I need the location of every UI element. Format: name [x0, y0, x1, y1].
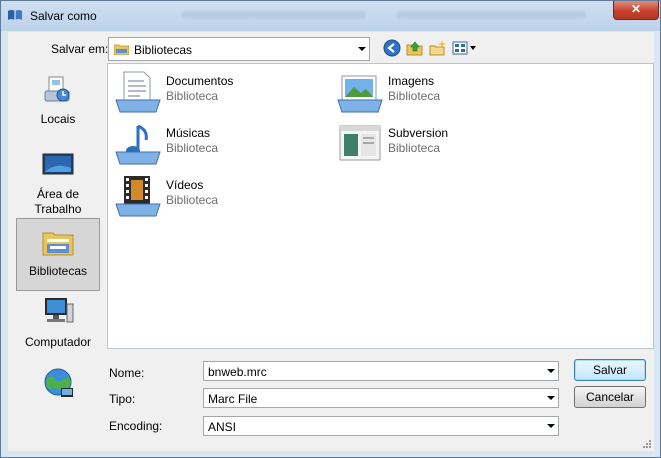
chevron-down-icon: [547, 369, 555, 373]
dialog-body: Salvar em: Bibliotecas Locais Área de Tr…: [8, 32, 654, 451]
place-network[interactable]: [16, 366, 100, 404]
close-button[interactable]: ✕: [613, 1, 659, 20]
place-label: Locais: [40, 112, 76, 126]
chevron-down-icon: [547, 396, 555, 400]
window-title: Salvar como: [30, 9, 97, 23]
library-name: Documentos: [166, 74, 234, 88]
library-item-documents[interactable]: Documentos Biblioteca: [114, 70, 334, 114]
desktop-icon: [42, 153, 74, 175]
close-icon: ✕: [630, 2, 642, 16]
encoding-value: ANSI: [208, 420, 237, 434]
cancel-button[interactable]: Cancelar: [574, 386, 646, 408]
library-name: Subversion: [388, 126, 449, 140]
place-recent[interactable]: Locais: [16, 73, 100, 127]
chevron-down-icon: [547, 424, 555, 428]
encoding-select[interactable]: ANSI: [203, 416, 559, 436]
file-name-value: bnweb.mrc: [208, 365, 267, 379]
pictures-library-icon: [337, 75, 383, 113]
library-item-videos[interactable]: Vídeos Biblioteca: [114, 174, 334, 218]
videos-library-icon: [115, 176, 161, 217]
computer-icon: [45, 298, 74, 323]
library-item-subversion[interactable]: Subversion Biblioteca: [336, 122, 556, 166]
type-label: Tipo:: [109, 392, 136, 406]
library-name: Vídeos: [166, 178, 204, 192]
library-type: Biblioteca: [166, 89, 219, 103]
encoding-label: Encoding:: [109, 419, 163, 433]
libraries-folder-icon: [114, 44, 129, 55]
save-in-label: Salvar em:: [51, 42, 109, 56]
up-folder-icon[interactable]: [406, 39, 424, 57]
file-type-dropdown[interactable]: [542, 389, 558, 407]
file-name-field[interactable]: bnweb.mrc: [203, 361, 559, 381]
name-label: Nome:: [109, 366, 145, 380]
places-bar: Locais Área de Trabalho Bibliotecas Comp…: [11, 70, 104, 397]
save-button[interactable]: Salvar: [574, 359, 646, 381]
file-name-dropdown[interactable]: [542, 362, 558, 380]
save-in-combo[interactable]: Bibliotecas: [108, 37, 370, 61]
libraries-icon: [42, 232, 74, 256]
library-item-music[interactable]: Músicas Biblioteca: [114, 122, 334, 166]
place-libraries[interactable]: Bibliotecas: [16, 218, 100, 291]
view-menu-icon[interactable]: [452, 39, 478, 57]
file-type-value: Marc File: [208, 392, 258, 406]
resize-grip-icon[interactable]: [642, 439, 652, 449]
place-desktop[interactable]: Área de Trabalho: [16, 148, 100, 216]
encoding-dropdown[interactable]: [542, 417, 558, 435]
network-icon: [44, 368, 73, 397]
place-label: Computador: [24, 335, 92, 349]
documents-library-icon: [115, 71, 161, 113]
background-blur: [181, 11, 366, 19]
new-folder-icon[interactable]: [429, 39, 447, 57]
recent-places-icon: [44, 76, 70, 102]
library-type: Biblioteca: [166, 141, 219, 155]
title-bar[interactable]: Salvar como ✕: [1, 1, 660, 31]
place-label: Bibliotecas: [28, 264, 88, 278]
library-type: Biblioteca: [388, 89, 441, 103]
library-view[interactable]: Documentos Biblioteca Imagens Biblioteca: [107, 63, 654, 349]
back-icon[interactable]: [383, 39, 401, 57]
library-type: Biblioteca: [166, 193, 219, 207]
library-name: Músicas: [166, 126, 211, 140]
library-name: Imagens: [388, 74, 435, 88]
library-item-pictures[interactable]: Imagens Biblioteca: [336, 70, 556, 114]
chevron-down-icon[interactable]: [358, 47, 366, 51]
save-in-value: Bibliotecas: [134, 43, 193, 57]
background-blur: [396, 11, 586, 19]
music-library-icon: [115, 124, 161, 165]
open-book-icon: [8, 10, 22, 20]
subversion-library-icon: [339, 125, 381, 161]
place-label: Área de Trabalho: [34, 187, 82, 216]
place-computer[interactable]: Computador: [16, 296, 100, 352]
library-type: Biblioteca: [388, 141, 441, 155]
file-type-select[interactable]: Marc File: [203, 388, 559, 408]
save-as-dialog: Salvar como ✕ Salvar em: Bibliotecas Loc…: [0, 0, 661, 458]
